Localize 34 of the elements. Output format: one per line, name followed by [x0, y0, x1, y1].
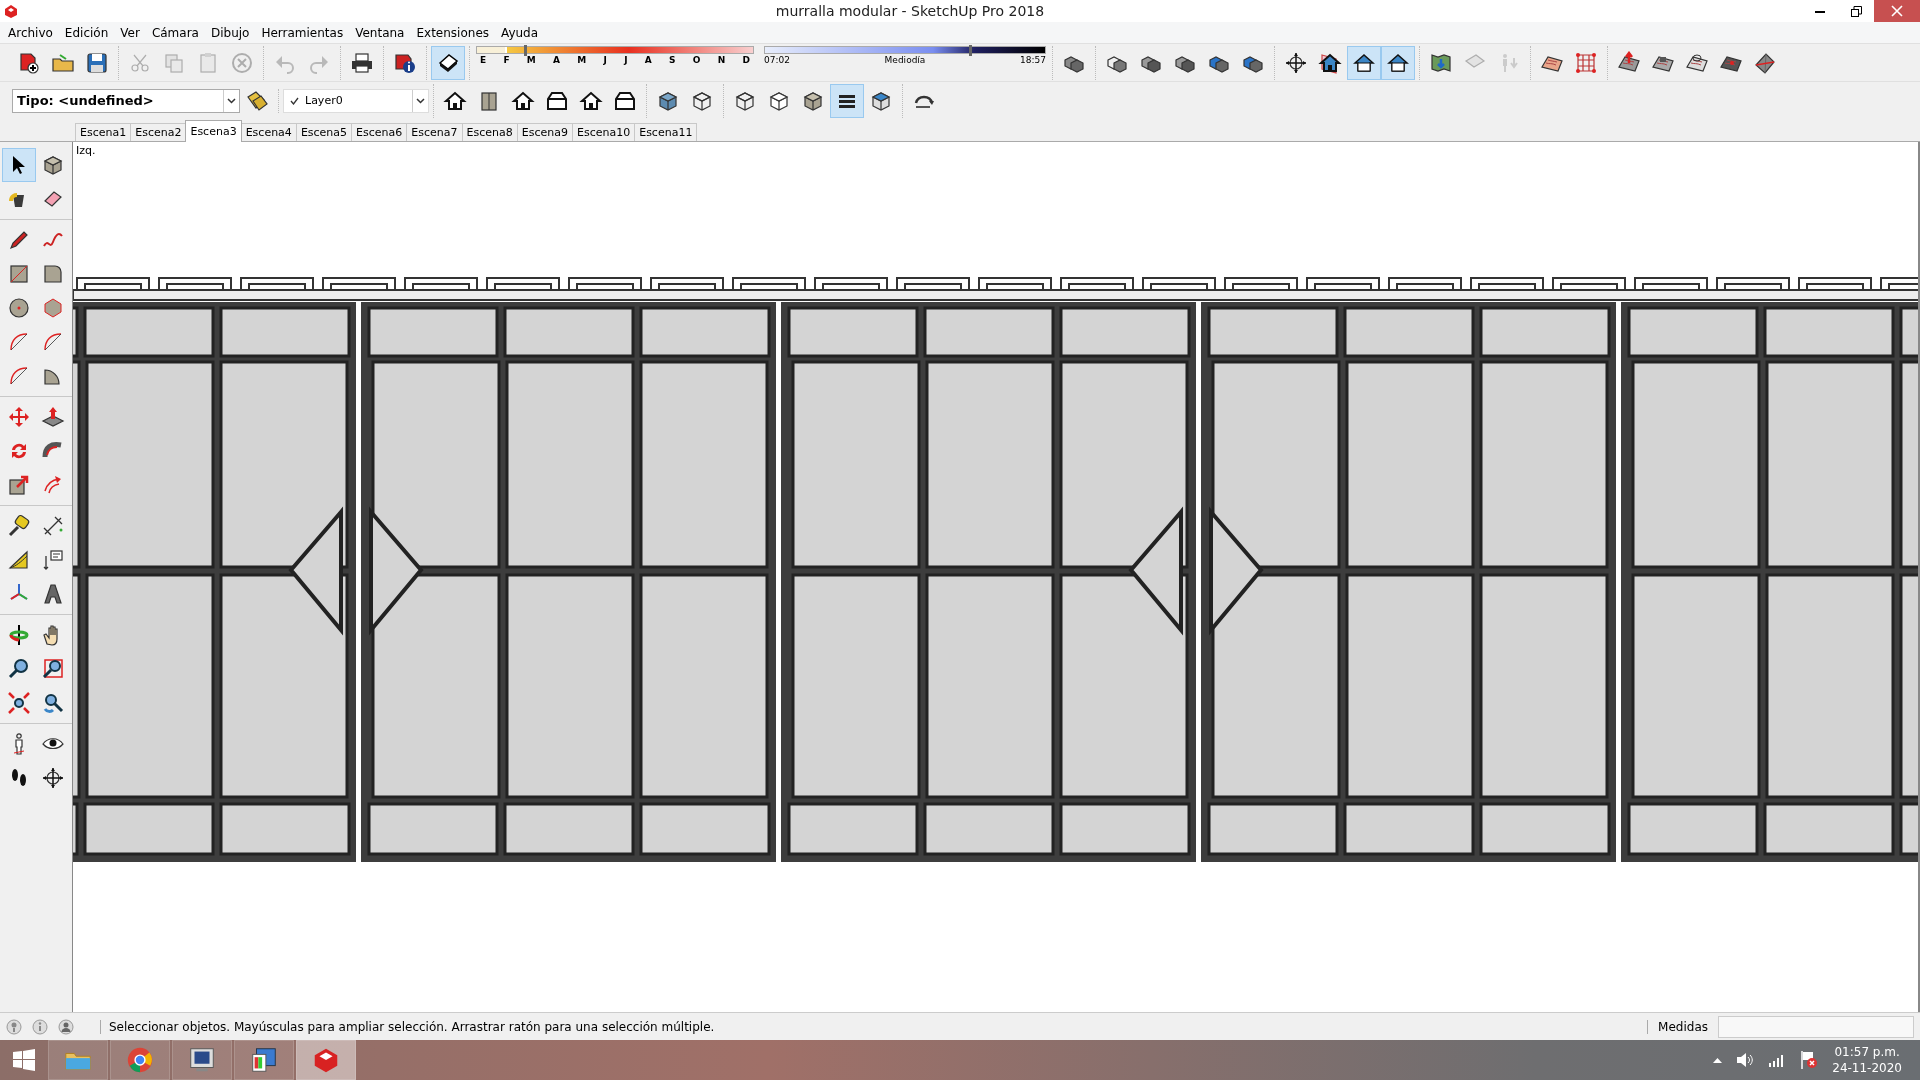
- month-label: J: [603, 54, 607, 65]
- month-label: N: [717, 54, 726, 65]
- menu-item[interactable]: Dibujo: [204, 25, 256, 40]
- window-title: murralla modular - SketchUp Pro 2018: [774, 3, 1046, 19]
- layer-dropdown[interactable]: Layer0: [283, 88, 429, 113]
- month-label: O: [692, 54, 701, 65]
- month-label: S: [669, 54, 676, 65]
- menu-item[interactable]: Ver: [114, 25, 146, 40]
- scene-tab[interactable]: Escena11: [634, 123, 698, 141]
- month-label: A: [553, 54, 561, 65]
- month-label: M: [526, 54, 536, 65]
- month-label: M: [577, 54, 587, 65]
- menu-item[interactable]: Extensiones: [410, 25, 495, 40]
- month-label: F: [503, 54, 510, 65]
- menu-item[interactable]: Cámara: [145, 25, 205, 40]
- menu-item[interactable]: Archivo: [2, 25, 59, 40]
- month-label: A: [644, 54, 652, 65]
- menu-item[interactable]: Edición: [58, 25, 115, 40]
- time-label: 07:02: [764, 54, 790, 65]
- clock-time: 01:57 p.m.: [1834, 1044, 1900, 1060]
- type-dropdown[interactable]: Tipo: <undefined>: [12, 88, 240, 113]
- status-message: Seleccionar objetos. Mayúsculas para ampliar selección. Arrastrar ratón para una selección múltiple.: [100, 1019, 1648, 1034]
- month-label: D: [742, 54, 750, 65]
- time-label: Mediodía: [884, 54, 926, 65]
- scene-tab[interactable]: Escena1: [75, 123, 132, 141]
- menu-item[interactable]: Herramientas: [255, 25, 350, 40]
- month-label: J: [624, 54, 628, 65]
- clock-date: 24-11-2020: [1832, 1060, 1902, 1076]
- menu-item[interactable]: Ventana: [349, 25, 411, 40]
- time-label: 18:57: [1020, 54, 1046, 65]
- month-label: E: [480, 54, 487, 65]
- view-label: Izq.: [76, 144, 96, 157]
- scene-tab[interactable]: Escena3: [185, 120, 242, 142]
- menu-item[interactable]: Ayuda: [495, 25, 545, 40]
